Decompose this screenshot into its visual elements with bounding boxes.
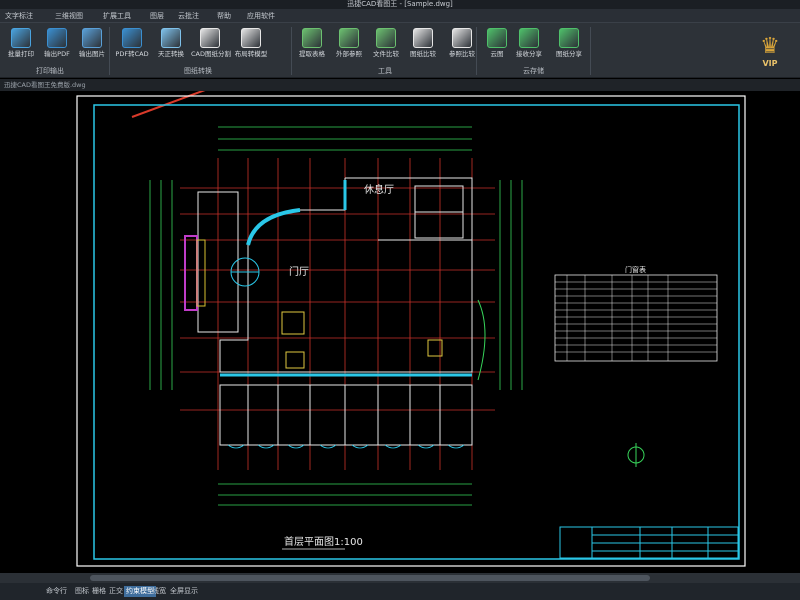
ribbon-button-pdf-to-cad[interactable]: PDF转CAD [113, 26, 151, 64]
top-dimensions [218, 126, 472, 151]
status-bar: 命令行 图标 栅格 正交 约束模型 线宽 全屏显示 [0, 583, 800, 600]
room-label-hall: 门厅 [289, 265, 309, 278]
pdf-to-cad-icon [122, 28, 142, 48]
sheet-inner-border [93, 104, 740, 560]
crown-icon: ♛ [760, 34, 780, 59]
group-separator [590, 27, 591, 75]
ribbon-button-label: 图纸分享 [556, 50, 582, 58]
door-window-schedule: 门窗表 [554, 265, 718, 362]
group-label-cloud-storage: 云存储 [523, 67, 544, 75]
group-label-drawing-convert: 图纸转换 [184, 67, 212, 75]
menu-item-layer[interactable]: 图层 [147, 11, 167, 22]
status-toggle-6[interactable]: 全屏显示 [168, 586, 200, 597]
ref-compare-icon [452, 28, 472, 48]
ribbon-button-tz-convert[interactable]: 天正转换 [152, 26, 190, 64]
ribbon-button-xref[interactable]: 外部参照 [330, 26, 368, 64]
cad-drawing: 休息厅 门厅 首层平面图1:100 门窗表 [76, 91, 746, 567]
extract-table-icon [302, 28, 322, 48]
title-block [559, 526, 739, 559]
planter [477, 299, 486, 381]
left-dimensions [149, 180, 173, 390]
menu-item-3d-view[interactable]: 三维视图 [52, 11, 86, 22]
ribbon-button-label: 外部参照 [336, 50, 362, 58]
file-compare-icon [376, 28, 396, 48]
layout-to-model-icon [241, 28, 261, 48]
ribbon-button-label: 文件比较 [373, 50, 399, 58]
group-separator [291, 27, 292, 75]
image-export-icon [82, 28, 102, 48]
scrollbar-thumb[interactable] [90, 575, 650, 581]
drawing-canvas[interactable]: 休息厅 门厅 首层平面图1:100 门窗表 [0, 91, 800, 573]
cloud-icon [487, 28, 507, 48]
file-path-bar: 迅捷CAD看图王免费版.dwg [0, 79, 800, 91]
ribbon-button-label: 批量打印 [8, 50, 34, 58]
status-toggle-0[interactable]: 命令行 [44, 586, 69, 597]
annotation-arrow [131, 91, 206, 118]
receive-share-icon [519, 28, 539, 48]
menu-item-extension-tools[interactable]: 扩展工具 [100, 11, 134, 22]
vip-badge[interactable]: ♛ VIP [755, 36, 785, 70]
bottom-dimensions [218, 483, 472, 506]
horizontal-scrollbar[interactable] [0, 573, 800, 583]
ribbon-toolbar: 打印输出 图纸转换 工具 云存储 批量打印 输出PDF 输出图片 PDF转CAD 天正转… [0, 23, 800, 78]
menu-item-text-annotation[interactable]: 文字标注 [2, 11, 36, 22]
ribbon-button-label: 输出PDF [44, 50, 70, 58]
group-label-print-output: 打印输出 [36, 67, 64, 75]
building-walls [197, 177, 473, 446]
group-label-tools: 工具 [378, 67, 392, 75]
ribbon-button-receive-share[interactable]: 接收分享 [510, 26, 548, 64]
tz-convert-icon [161, 28, 181, 48]
status-toggle-1[interactable]: 图标 [73, 586, 91, 597]
ribbon-button-label: 接收分享 [516, 50, 542, 58]
elevator [285, 351, 305, 369]
room-label-lounge: 休息厅 [364, 183, 394, 196]
schedule-title: 门窗表 [625, 265, 646, 274]
title-bar: 迅捷CAD看图王 - [Sample.dwg] [0, 0, 800, 9]
ribbon-button-pdf-export[interactable]: 输出PDF [38, 26, 76, 64]
ribbon-button-print[interactable]: 批量打印 [2, 26, 40, 64]
ribbon-button-extract-table[interactable]: 提取表格 [293, 26, 331, 64]
ribbon-button-drawing-share[interactable]: 图纸分享 [550, 26, 588, 64]
right-dimensions [499, 180, 523, 390]
grid-axes [180, 158, 495, 470]
menu-bar: 文字标注 三维视图 扩展工具 图层 云批注 帮助 应用软件 [0, 9, 800, 23]
ribbon-button-label: 提取表格 [299, 50, 325, 58]
ribbon-button-file-compare[interactable]: 文件比较 [367, 26, 405, 64]
ribbon-button-label: 参照比较 [449, 50, 475, 58]
ribbon-button-ref-compare[interactable]: 参照比较 [443, 26, 481, 64]
xref-icon [339, 28, 359, 48]
ribbon-button-label: PDF转CAD [115, 50, 149, 58]
ribbon-button-image-export[interactable]: 输出图片 [73, 26, 111, 64]
status-toggle-5[interactable]: 线宽 [150, 586, 168, 597]
entrance-steps [184, 235, 198, 311]
window-title: 迅捷CAD看图王 - [Sample.dwg] [347, 0, 453, 8]
drawing-share-icon [559, 28, 579, 48]
status-toggle-2[interactable]: 栅格 [90, 586, 108, 597]
ribbon-button-label: 图纸比较 [410, 50, 436, 58]
ribbon-button-label: 输出图片 [79, 50, 105, 58]
ribbon-button-layout-to-model[interactable]: 布局转模型 [232, 26, 270, 64]
drawing-caption: 首层平面图1:100 [284, 535, 363, 548]
menu-item-cloud-annotation[interactable]: 云批注 [175, 11, 202, 22]
ribbon-button-drawing-compare[interactable]: 图纸比较 [404, 26, 442, 64]
pdf-export-icon [47, 28, 67, 48]
stair [281, 311, 305, 335]
ribbon-button-label: CAD图纸分割 [191, 50, 231, 58]
menu-item-apps[interactable]: 应用软件 [244, 11, 278, 22]
status-toggle-3[interactable]: 正交 [107, 586, 125, 597]
menu-item-help[interactable]: 帮助 [214, 11, 234, 22]
print-icon [11, 28, 31, 48]
ribbon-button-label: 天正转换 [158, 50, 184, 58]
ribbon-button-drawing-split[interactable]: CAD图纸分割 [191, 26, 231, 64]
drawing-split-icon [200, 28, 220, 48]
drawing-compare-icon [413, 28, 433, 48]
vip-label: VIP [762, 59, 778, 68]
ribbon-button-label: 布局转模型 [234, 50, 268, 58]
